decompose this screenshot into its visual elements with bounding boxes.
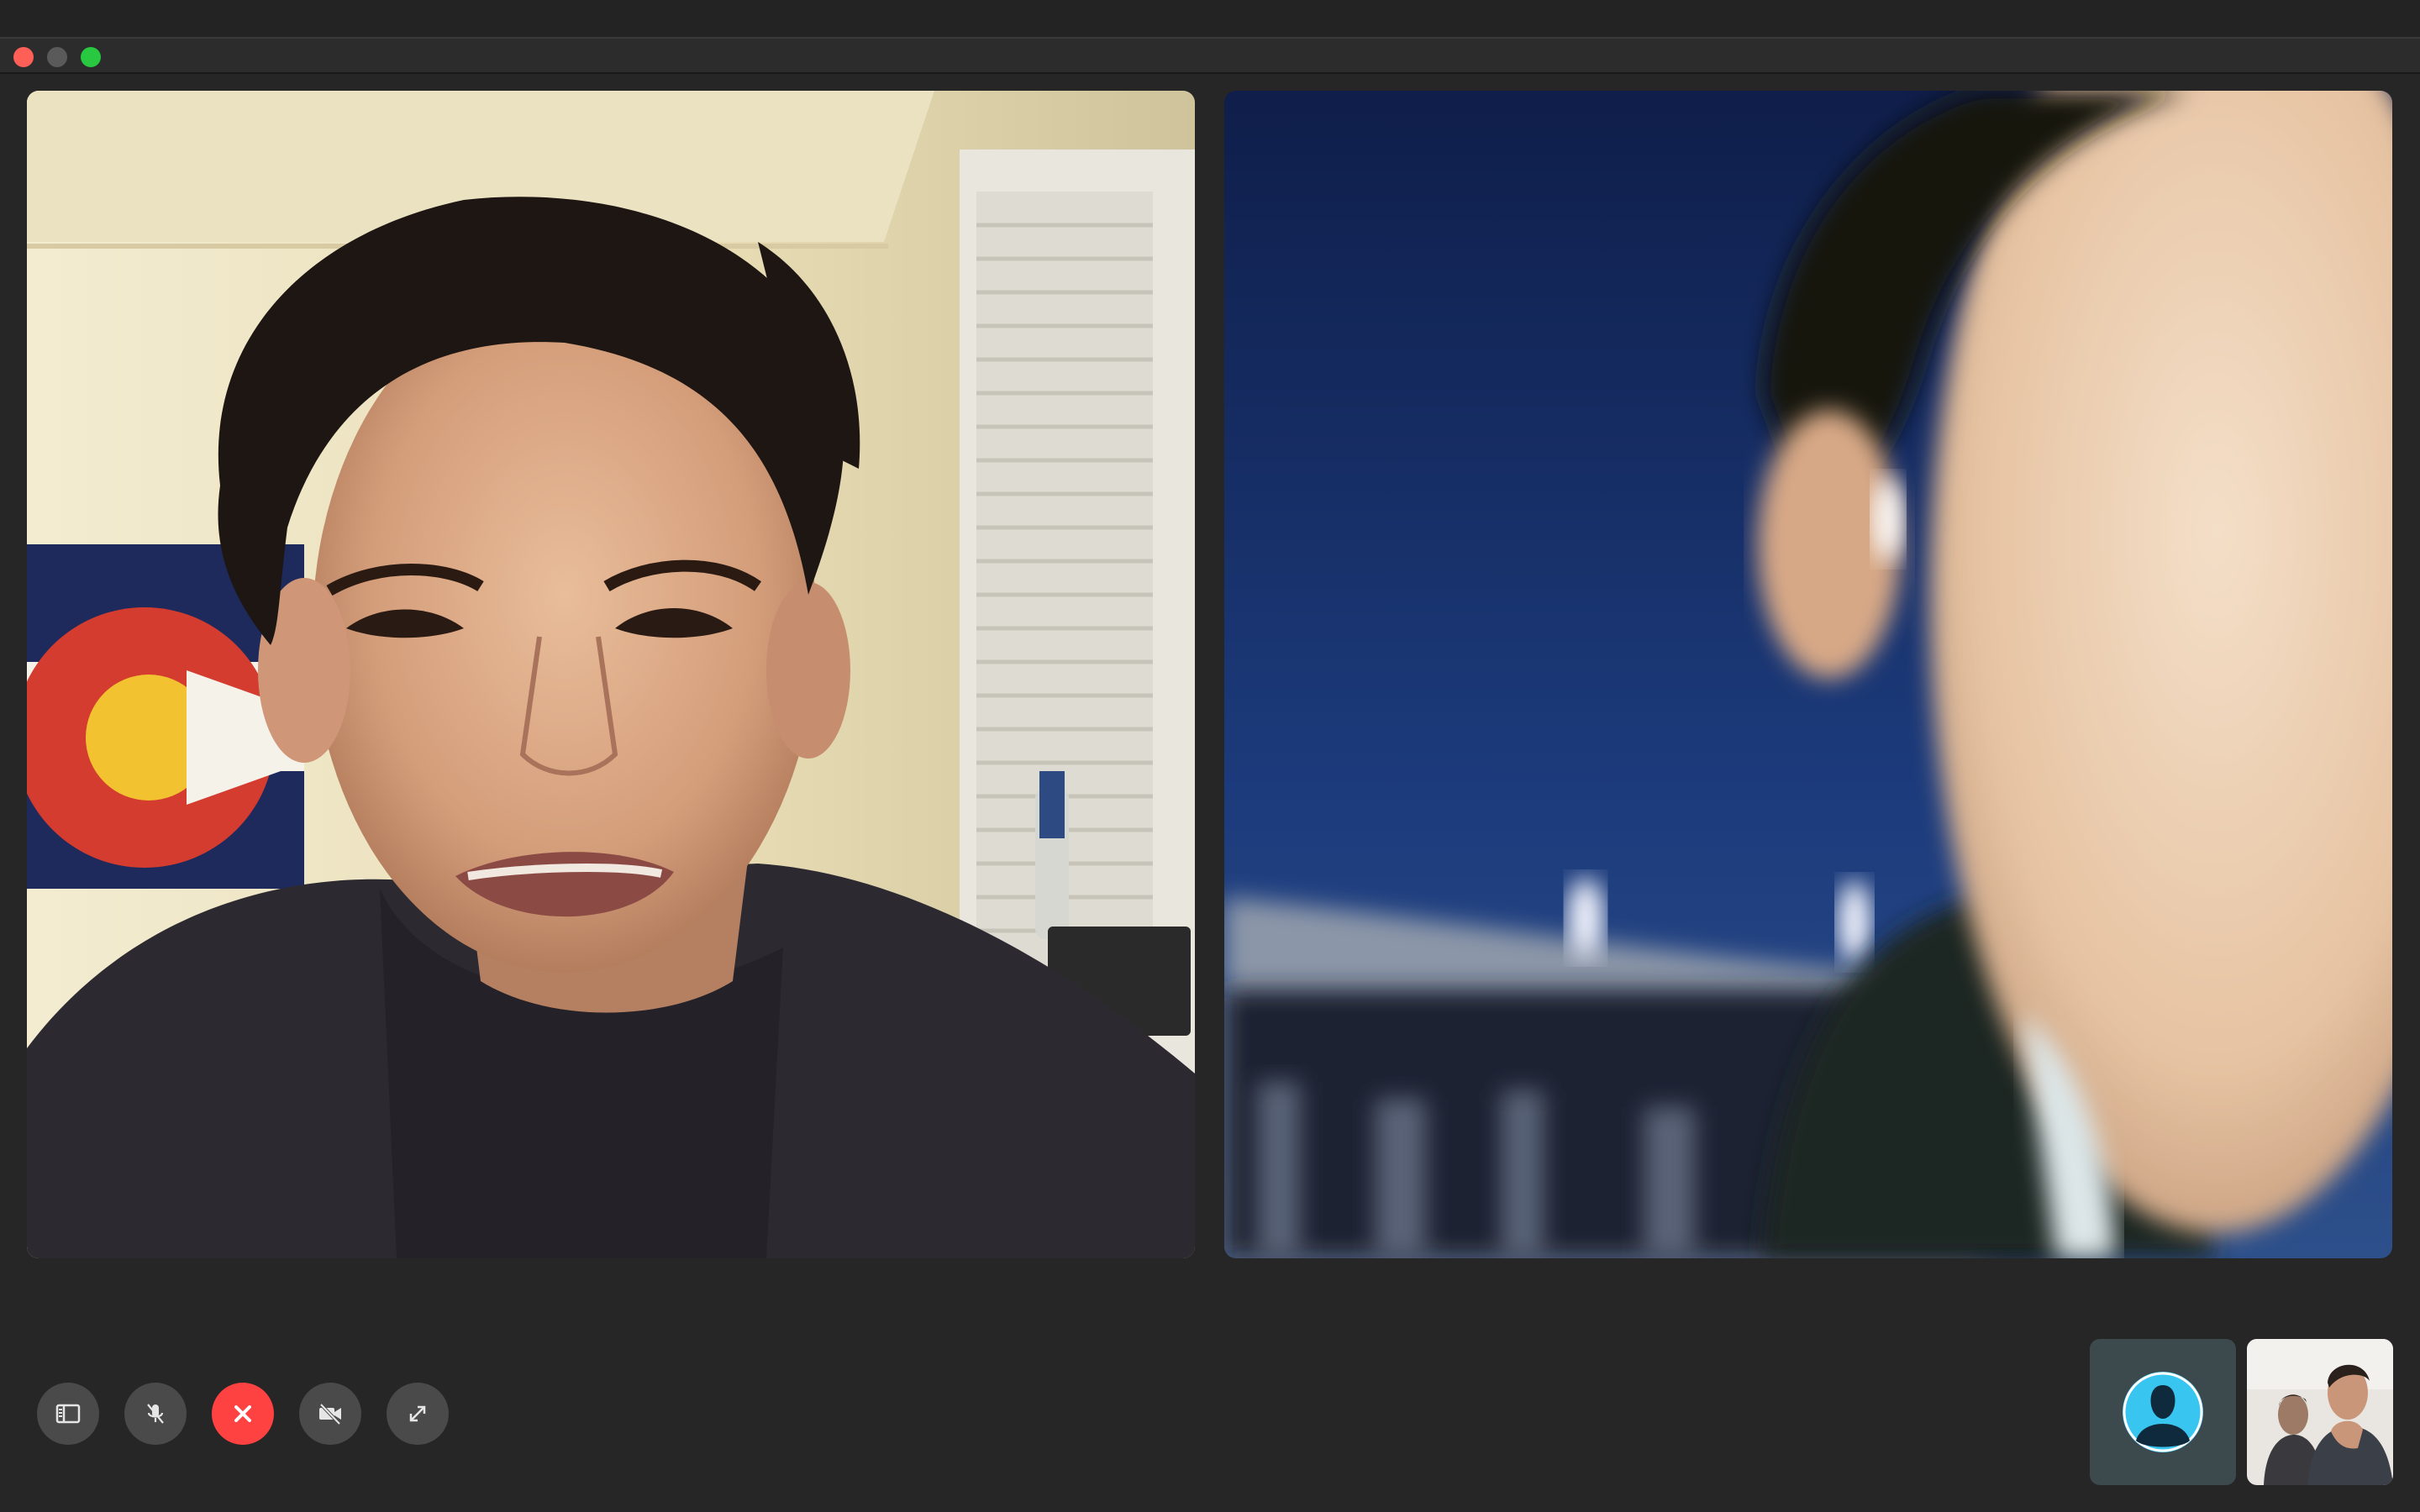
participant-thumbnail-avatar[interactable]	[2090, 1339, 2236, 1485]
window-minimize-button[interactable]	[47, 47, 67, 67]
mute-button[interactable]	[124, 1383, 187, 1445]
window-maximize-button[interactable]	[81, 47, 101, 67]
video-feed-person-indoors	[27, 91, 1195, 1258]
sidebar-toggle-button[interactable]	[37, 1383, 99, 1445]
mic-muted-icon	[147, 1404, 164, 1424]
sidebar-icon	[55, 1404, 81, 1424]
fullscreen-button[interactable]	[387, 1383, 449, 1445]
fullscreen-icon	[409, 1405, 426, 1422]
video-feed-person-outdoors-night	[1224, 91, 2392, 1258]
participant-video-1[interactable]	[27, 91, 1195, 1258]
camera-toggle-button[interactable]	[299, 1383, 361, 1445]
user-avatar-icon	[2123, 1372, 2203, 1452]
self-view-feed	[2247, 1339, 2393, 1485]
camera-off-icon	[319, 1403, 341, 1425]
end-call-button[interactable]	[212, 1383, 274, 1445]
end-call-icon	[234, 1405, 251, 1422]
window-titlebar	[0, 39, 2420, 74]
self-view-thumbnail[interactable]	[2247, 1339, 2393, 1485]
participant-video-2[interactable]	[1224, 91, 2392, 1258]
menu-bar	[0, 0, 2420, 39]
window-close-button[interactable]	[13, 47, 34, 67]
